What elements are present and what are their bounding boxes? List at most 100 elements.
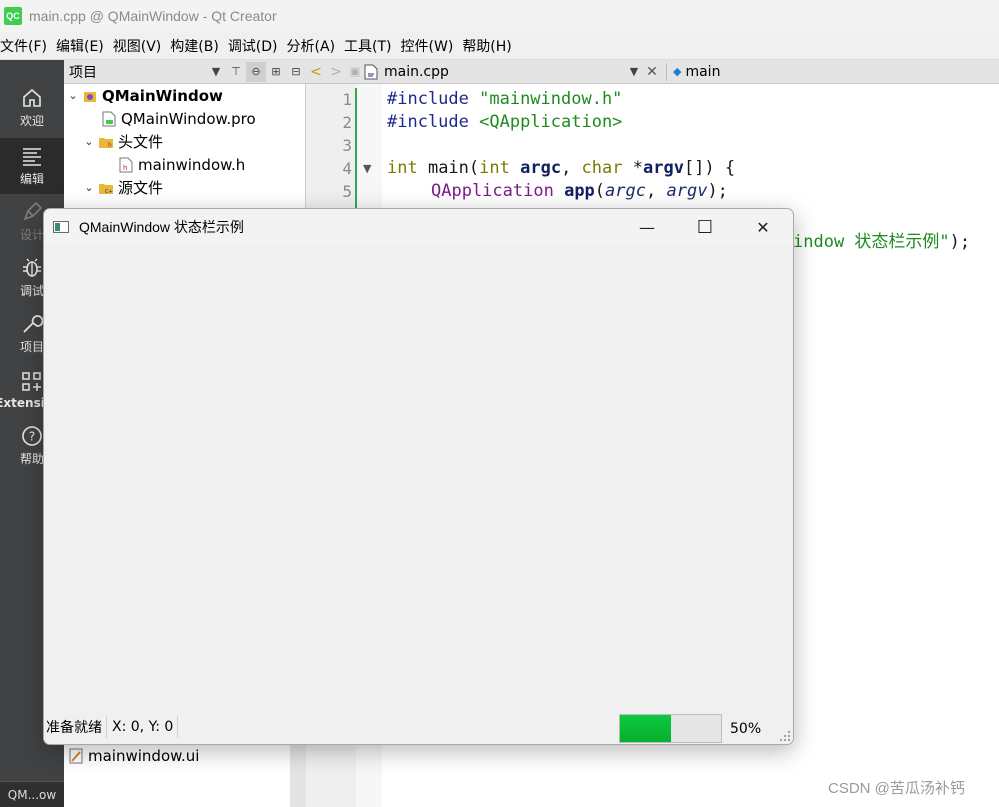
menu-view[interactable]: 视图(V) (112, 36, 170, 56)
mode-projects-label: 项目 (19, 340, 44, 354)
symbol-selector[interactable]: main (685, 64, 720, 80)
project-scrollbar[interactable] (290, 745, 306, 807)
code-token: ); (707, 181, 728, 201)
menu-build[interactable]: 构建(B) (169, 36, 227, 56)
status-coordinates: X: 0, Y: 0 (112, 715, 179, 738)
svg-text:h: h (108, 142, 112, 149)
minimize-button[interactable]: — (618, 209, 676, 245)
menu-debug[interactable]: 调试(D) (227, 36, 286, 56)
mode-welcome[interactable]: 欢迎 (0, 80, 64, 136)
code-token: main( (417, 158, 480, 178)
header-file-icon: h (119, 157, 133, 173)
code-token: ); (949, 232, 971, 252)
mode-edit-label: 编辑 (19, 172, 44, 186)
menu-tools[interactable]: 工具(T) (343, 36, 399, 56)
code-token: , (646, 181, 667, 201)
tree-label: QMainWindow (102, 86, 223, 105)
code-token: argv (642, 158, 684, 178)
tree-item-project-root[interactable]: ⌄ QMainWindow (66, 84, 223, 107)
filter-icon[interactable]: ⊤ (226, 62, 246, 82)
tree-label: 源文件 (118, 179, 164, 197)
title-bar: QC main.cpp @ QMainWindow - Qt Creator (0, 0, 999, 32)
progress-fill (620, 715, 671, 742)
link-sync-icon[interactable]: ⊖ (246, 61, 266, 82)
expand-arrow-icon[interactable]: ⌄ (66, 89, 80, 102)
menu-bar: 文件(F) 编辑(E) 视图(V) 构建(B) 调试(D) 分析(A) 工具(T… (0, 32, 999, 60)
split-icon[interactable]: ⊞ (266, 62, 286, 82)
qt-creator-logo-icon: QC (4, 7, 22, 25)
folder-icon: h (99, 134, 113, 150)
menu-edit[interactable]: 编辑(E) (55, 36, 112, 56)
close-panel-icon[interactable]: ⊟ (286, 62, 306, 82)
code-token: ( (594, 181, 606, 201)
back-arrow-icon[interactable]: < (306, 64, 326, 80)
menu-analyze[interactable]: 分析(A) (286, 36, 344, 56)
project-view-label[interactable]: 项目 (69, 62, 206, 82)
line-number: 4 (342, 159, 352, 178)
central-widget (44, 245, 793, 709)
target-selector[interactable]: QM...ow (0, 781, 64, 807)
forward-arrow-icon[interactable]: > (326, 64, 346, 80)
tree-item-header-file[interactable]: h mainwindow.h (116, 153, 245, 176)
status-message: 准备就绪 (46, 715, 107, 738)
code-token: , (561, 158, 582, 178)
home-icon (23, 88, 41, 107)
tree-label: 头文件 (118, 133, 164, 151)
window-icon (53, 221, 69, 233)
pro-file-icon (102, 111, 116, 127)
extensions-icon (22, 371, 41, 391)
ui-file-icon (69, 748, 83, 764)
expand-arrow-icon[interactable]: ⌄ (82, 135, 96, 148)
edit-lines-icon (23, 148, 41, 166)
mode-design-label: 设计 (19, 228, 44, 242)
tree-item-sources[interactable]: ⌄ C+ 源文件 (82, 176, 163, 199)
mode-edit[interactable]: 编辑 (0, 138, 64, 194)
code-line-7-partial: indow 状态栏示例"); (793, 227, 970, 252)
tree-label: QMainWindow.pro (121, 109, 256, 128)
code-line-1: #include "mainwindow.h" (387, 89, 622, 109)
cpp-file-icon (364, 64, 378, 80)
code-token: argc (520, 158, 562, 178)
line-number: 5 (342, 182, 352, 201)
dropdown-arrow-icon[interactable]: ▼ (206, 62, 226, 82)
fold-arrow-icon[interactable]: ▼ (363, 162, 371, 175)
wrench-icon (23, 315, 43, 333)
menu-help[interactable]: 帮助(H) (461, 36, 519, 56)
resize-grip-icon[interactable] (779, 730, 791, 742)
code-line-2: #include <QApplication> (387, 112, 622, 132)
watermark: CSDN @苦瓜汤补钙 (828, 780, 965, 797)
code-line-5: QApplication app(argc, argv); (431, 181, 728, 201)
mode-welcome-label: 欢迎 (19, 114, 44, 128)
bug-icon (23, 258, 41, 277)
pen-icon (23, 201, 43, 221)
dropdown-arrow-icon[interactable]: ▼ (624, 62, 644, 82)
popup-title-bar[interactable]: QMainWindow 状态栏示例 — ☐ ✕ (44, 209, 793, 245)
line-number: 2 (342, 113, 352, 132)
folder-icon: C+ (99, 180, 113, 196)
symbol-icon: ◆ (673, 65, 682, 78)
code-token: argv (666, 181, 708, 201)
tree-label: mainwindow.ui (88, 746, 200, 765)
menu-file[interactable]: 文件(F) (0, 36, 55, 56)
close-document-icon[interactable]: ✕ (644, 64, 660, 80)
code-token: #include (387, 89, 480, 109)
tree-item-headers[interactable]: ⌄ h 头文件 (82, 130, 163, 153)
progress-bar (619, 714, 722, 743)
menu-widgets[interactable]: 控件(W) (400, 36, 462, 56)
qmainwindow-popup[interactable]: QMainWindow 状态栏示例 — ☐ ✕ 准备就绪 X: 0, Y: 0 … (43, 208, 794, 745)
code-line-4: int main(int argc, char *argv[]) { (387, 158, 735, 178)
tree-item-pro-file[interactable]: QMainWindow.pro (99, 107, 256, 130)
lock-icon: ▣ (349, 65, 361, 78)
expand-arrow-icon[interactable]: ⌄ (82, 181, 96, 194)
editor-file-selector[interactable]: main.cpp (384, 64, 624, 80)
code-token: * (622, 158, 643, 178)
project-panel-header: 项目 ▼ ⊤ ⊖ ⊞ ⊟ (64, 60, 306, 84)
code-token: "mainwindow.h" (479, 89, 623, 109)
code-token: int (479, 158, 510, 178)
tree-item-ui-file[interactable]: mainwindow.ui (66, 744, 199, 767)
svg-text:?: ? (29, 430, 35, 444)
maximize-button[interactable]: ☐ (676, 209, 734, 245)
close-button[interactable]: ✕ (734, 209, 792, 245)
window-title: main.cpp @ QMainWindow - Qt Creator (29, 8, 277, 24)
